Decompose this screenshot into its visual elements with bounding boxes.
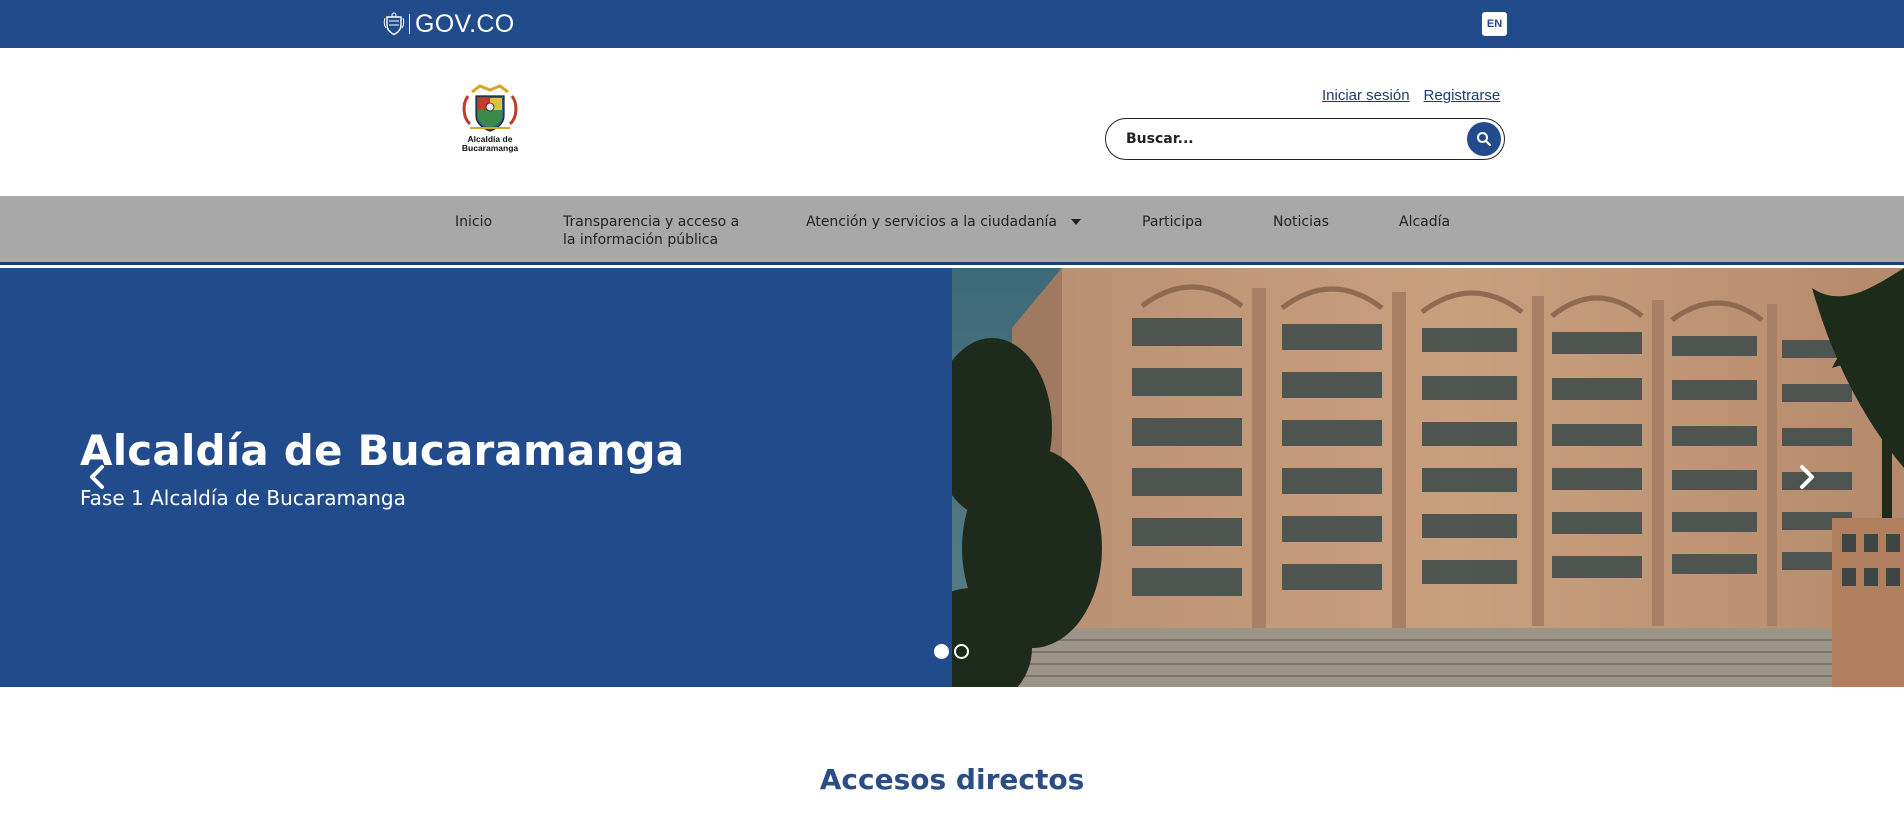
nav-item-atencion[interactable]: Atención y servicios a la ciudadanía <box>806 213 1081 231</box>
nav-item-noticias[interactable]: Noticias <box>1273 213 1329 231</box>
govco-top-bar: GOV.CO EN <box>0 0 1904 48</box>
search-box <box>1105 118 1505 160</box>
language-toggle-button[interactable]: EN <box>1482 12 1507 36</box>
nav-item-inicio[interactable]: Inicio <box>455 213 492 231</box>
hero-carousel: Alcaldía de Bucaramanga Fase 1 Alcaldía … <box>0 268 1904 687</box>
govco-separator <box>409 14 410 34</box>
alcaldia-logo[interactable]: Alcaldía de Bucaramanga <box>458 82 522 154</box>
govco-logo-link[interactable]: GOV.CO <box>383 11 515 37</box>
hero-title: Alcaldía de Bucaramanga <box>80 426 685 475</box>
chevron-left-icon[interactable] <box>84 462 110 492</box>
search-input[interactable] <box>1126 128 1446 150</box>
city-hall-building-photo <box>952 268 1904 687</box>
nav-item-transparencia-line1: Transparencia y acceso a <box>563 214 740 230</box>
search-icon <box>1477 132 1492 147</box>
chevron-down-icon <box>1070 219 1081 225</box>
auth-links: Iniciar sesión Registrarse <box>1322 87 1500 104</box>
carousel-indicators <box>934 644 969 659</box>
nav-item-atencion-label: Atención y servicios a la ciudadanía <box>806 214 1057 230</box>
chevron-right-icon[interactable] <box>1794 462 1820 492</box>
logo-text-line2: Bucaramanga <box>462 143 518 153</box>
nav-item-transparencia-line2: la información pública <box>563 232 719 248</box>
nav-item-participa[interactable]: Participa <box>1142 213 1203 231</box>
carousel-dot-2[interactable] <box>954 644 969 659</box>
search-button[interactable] <box>1467 122 1501 156</box>
hero-subtitle: Fase 1 Alcaldía de Bucaramanga <box>80 486 406 510</box>
govco-brand-text: GOV.CO <box>415 10 515 38</box>
nav-item-transparencia[interactable]: Transparencia y acceso a la información … <box>563 213 739 249</box>
register-link[interactable]: Registrarse <box>1424 87 1501 104</box>
login-link[interactable]: Iniciar sesión <box>1322 87 1410 104</box>
main-navigation: Inicio Transparencia y acceso a la infor… <box>0 196 1904 265</box>
carousel-dot-1[interactable] <box>934 644 949 659</box>
colombia-shield-icon <box>383 12 405 36</box>
nav-item-alcaldia[interactable]: Alcadía <box>1399 213 1450 231</box>
section-title-accesos: Accesos directos <box>819 763 1085 796</box>
site-header: Alcaldía de Bucaramanga Iniciar sesión R… <box>0 48 1904 196</box>
